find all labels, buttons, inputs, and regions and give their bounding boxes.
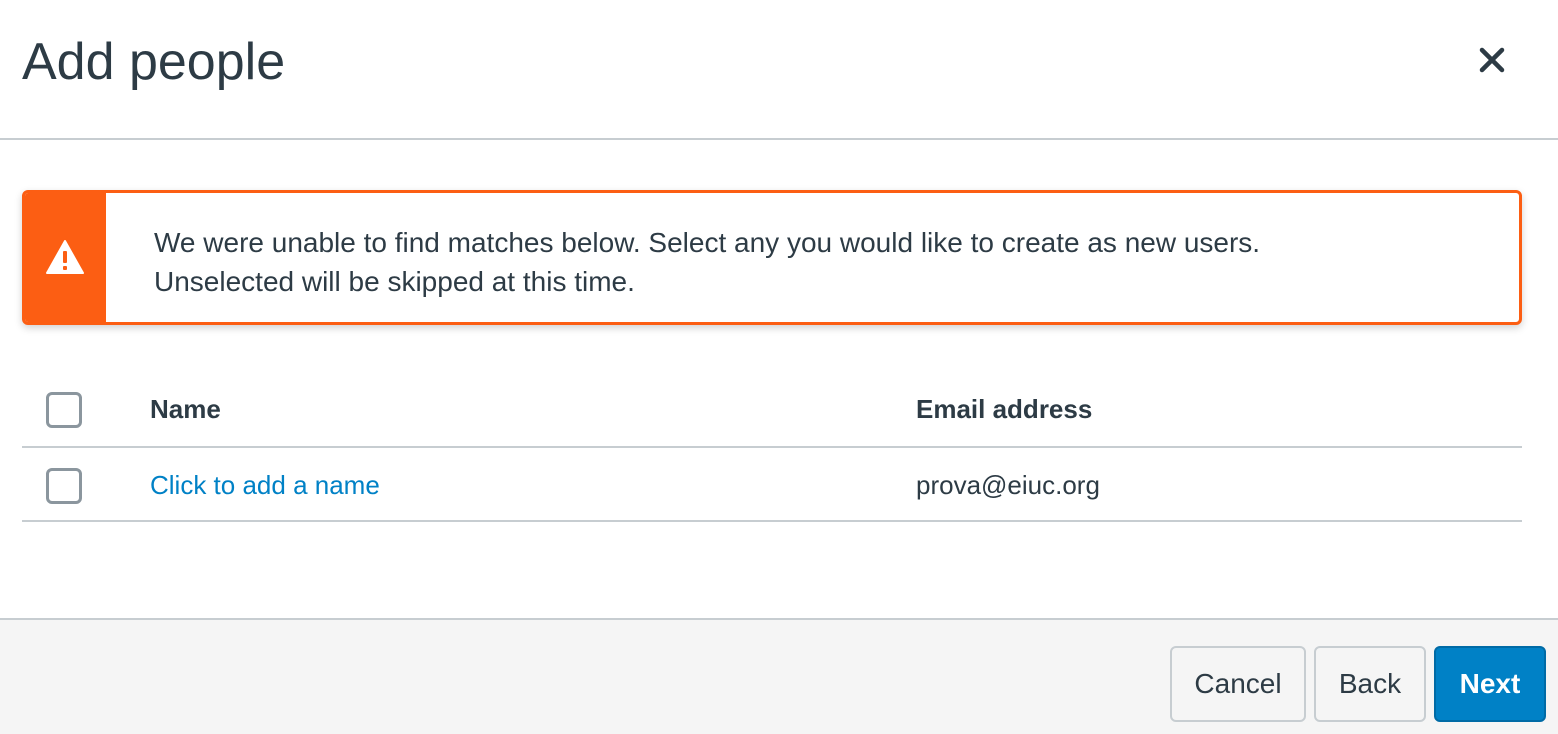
select-all-checkbox[interactable] bbox=[46, 392, 82, 428]
warning-icon bbox=[46, 240, 84, 274]
alert-message: We were unable to find matches below. Se… bbox=[154, 223, 1479, 301]
cancel-button[interactable]: Cancel bbox=[1170, 646, 1306, 722]
column-header-name: Name bbox=[150, 394, 221, 424]
modal-footer: Cancel Back Next bbox=[0, 618, 1558, 734]
next-button[interactable]: Next bbox=[1434, 646, 1546, 722]
add-people-modal: Add people We were unable to find matche… bbox=[0, 0, 1558, 734]
close-icon bbox=[1479, 47, 1505, 73]
add-name-link[interactable]: Click to add a name bbox=[150, 470, 380, 500]
alert-icon-container bbox=[25, 193, 106, 322]
unmatched-users-table: Name Email address Click to add a name p… bbox=[22, 372, 1522, 522]
name-cell: Click to add a name bbox=[150, 470, 380, 501]
modal-title: Add people bbox=[22, 33, 286, 91]
email-cell: prova@eiuc.org bbox=[916, 470, 1100, 500]
alert-message-line-1: We were unable to find matches below. Se… bbox=[154, 227, 1261, 258]
warning-alert: We were unable to find matches below. Se… bbox=[22, 190, 1522, 325]
row-select-checkbox[interactable] bbox=[46, 468, 82, 504]
alert-message-line-2: Unselected will be skipped at this time. bbox=[154, 266, 635, 297]
column-header-email: Email address bbox=[916, 394, 1093, 424]
back-button[interactable]: Back bbox=[1314, 646, 1426, 722]
table-row: Click to add a name prova@eiuc.org bbox=[22, 448, 1522, 522]
close-button[interactable] bbox=[1466, 34, 1518, 86]
table-header-row: Name Email address bbox=[22, 372, 1522, 448]
modal-header: Add people bbox=[0, 0, 1558, 140]
